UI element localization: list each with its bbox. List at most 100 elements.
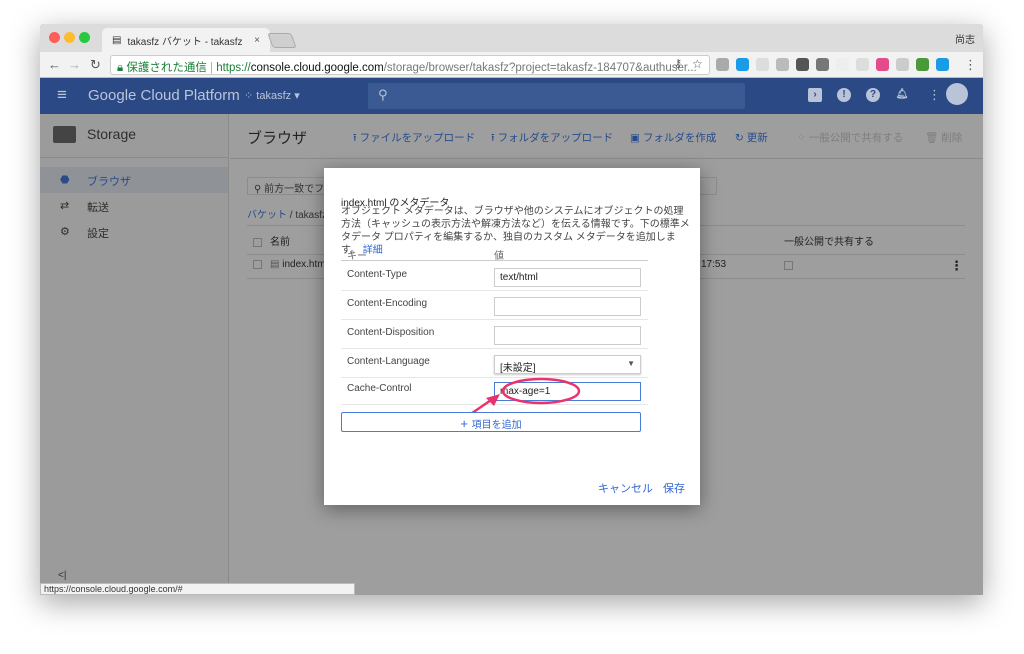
gcp-header: ≡ Google Cloud Platform ⁘ takasfz ▾ ⚲ › …	[40, 78, 983, 114]
cancel-button[interactable]: キャンセル	[598, 480, 653, 496]
storage-favicon-icon: ▤	[112, 34, 122, 46]
file-name-link[interactable]: index.htm	[282, 259, 325, 270]
sidebar-item-browser[interactable]: ⬣ ブラウザ	[40, 167, 228, 193]
select-all-checkbox[interactable]	[253, 237, 262, 247]
search-icon: ⚲	[378, 87, 388, 102]
chrome-menu-icon[interactable]: ⋮	[964, 57, 977, 73]
share-publicly-button[interactable]: ⁘ 一般公開で共有する	[797, 130, 903, 145]
sidebar-item-label: ブラウザ	[87, 176, 131, 188]
project-icon: ⁘	[244, 90, 257, 102]
bucket-icon: ⬣	[60, 174, 70, 186]
extension-icon[interactable]	[776, 58, 789, 71]
extension-icon[interactable]	[896, 58, 909, 71]
project-name: takasfz	[256, 90, 292, 102]
add-item-button[interactable]: + 項目を追加	[341, 412, 641, 432]
url-path: /storage/browser/takasfz?project=takasfz…	[383, 62, 697, 74]
upload-folder-button[interactable]: ⭱ フォルダをアップロード	[491, 130, 613, 148]
cloud-shell-icon[interactable]: ›	[808, 88, 822, 102]
upload-file-button[interactable]: ⭱ ファイルをアップロード	[353, 130, 475, 148]
breadcrumb-buckets-link[interactable]: バケット	[247, 210, 287, 221]
extension-icon[interactable]	[756, 58, 769, 71]
sidebar-title: Storage	[87, 126, 137, 142]
pocket-icon[interactable]	[796, 58, 809, 71]
delete-button[interactable]: 🗑︎ 削除	[925, 130, 962, 145]
extension-icon[interactable]	[816, 58, 829, 71]
reload-icon[interactable]: ↻	[90, 57, 101, 73]
chevron-down-icon: ▼	[627, 359, 635, 368]
key-icon[interactable]: ⚷	[674, 57, 682, 70]
metadata-dialog: index.html のメタデータ オブジェクト メタデータは、ブラウザや他のシ…	[324, 168, 700, 505]
extension-icon[interactable]	[936, 58, 949, 71]
help-icon[interactable]: ?	[866, 88, 880, 102]
column-public: 一般公開で共有する	[784, 237, 874, 248]
sidebar-item-label: 設定	[87, 228, 109, 240]
arrow-head-icon	[486, 394, 500, 406]
file-icon: ▤	[270, 259, 283, 270]
column-value: 値	[494, 251, 504, 262]
extension-icon[interactable]	[856, 58, 869, 71]
row-menu-icon[interactable]: ⋮	[950, 258, 963, 274]
bookmark-star-icon[interactable]: ☆	[692, 57, 703, 71]
trash-icon: 🗑︎	[925, 132, 942, 144]
avatar[interactable]	[946, 83, 968, 105]
secure-label: 保護された通信	[126, 62, 207, 74]
content-type-input[interactable]	[494, 268, 641, 287]
minimize-window-button[interactable]	[64, 32, 75, 43]
sidebar-item-transfer[interactable]: ⇄ 転送	[40, 193, 228, 219]
updated-time: 17:53	[701, 259, 727, 270]
breadcrumb-current: takasfz	[295, 210, 328, 221]
search-icon: ⚲	[254, 184, 265, 195]
extension-icon[interactable]	[716, 58, 729, 71]
extension-icon[interactable]	[876, 58, 889, 71]
storage-icon	[53, 126, 76, 143]
new-tab-button[interactable]	[267, 33, 297, 48]
gcp-brand[interactable]: Google Cloud Platform	[88, 87, 240, 104]
forward-icon[interactable]: →	[68, 57, 81, 72]
metadata-row-content-disposition: Content-Disposition	[341, 320, 648, 349]
search-bar[interactable]: ⚲	[368, 83, 745, 109]
refresh-button[interactable]: ↻ 更新	[735, 130, 768, 145]
share-public-checkbox[interactable]	[784, 261, 793, 270]
sidebar-item-settings[interactable]: ⚙ 設定	[40, 219, 228, 245]
upload-icon: ⭱	[353, 132, 360, 144]
browser-tab[interactable]: ▤ takasfz バケット - takasfz ×	[102, 28, 270, 52]
content-disposition-input[interactable]	[494, 326, 641, 345]
bell-icon[interactable]: 🔔︎	[895, 88, 909, 102]
sidebar-item-label: 転送	[87, 202, 109, 214]
column-key: キー	[347, 251, 367, 262]
divider	[230, 158, 983, 159]
close-tab-icon[interactable]: ×	[254, 35, 260, 46]
upload-icon: ⭱	[491, 132, 498, 144]
address-toolbar: ← → ↻ 🔒︎ 保護された通信 | https://console.cloud…	[40, 52, 983, 78]
profile-name[interactable]: 尚志	[955, 31, 975, 46]
transfer-icon: ⇄	[60, 200, 70, 212]
project-selector[interactable]: ⁘ takasfz ▾	[244, 89, 300, 102]
row-checkbox[interactable]	[253, 259, 262, 269]
page-title: ブラウザ	[247, 130, 308, 147]
status-bar-url: https://console.cloud.google.com/#	[40, 583, 355, 595]
content-encoding-input[interactable]	[494, 297, 641, 316]
more-menu-icon[interactable]: ⋮	[928, 87, 941, 103]
hamburger-menu-icon[interactable]: ≡	[57, 85, 67, 105]
sidebar: Storage ⬣ ブラウザ ⇄ 転送 ⚙ 設定 <|	[40, 114, 229, 595]
address-bar[interactable]: 🔒︎ 保護された通信 | https://console.cloud.googl…	[110, 55, 710, 75]
save-button[interactable]: 保存	[663, 480, 685, 496]
tab-bar: ▤ takasfz バケット - takasfz × 尚志	[40, 24, 983, 52]
collapse-sidebar-icon[interactable]: <|	[58, 570, 66, 581]
back-icon[interactable]: ←	[48, 57, 61, 72]
url-host: console.cloud.google.com	[250, 62, 384, 74]
extension-icon[interactable]	[736, 58, 749, 71]
url-scheme: https://	[216, 62, 251, 74]
lock-icon: 🔒︎	[117, 62, 124, 74]
notifications-alert-icon[interactable]: !	[837, 88, 851, 102]
metadata-row-content-encoding: Content-Encoding	[341, 291, 648, 320]
refresh-icon: ↻	[735, 132, 747, 144]
gear-icon: ⚙	[60, 226, 70, 238]
tab-title: takasfz バケット - takasfz	[127, 36, 243, 48]
close-window-button[interactable]	[49, 32, 60, 43]
extension-icon[interactable]	[836, 58, 849, 71]
extension-icon[interactable]	[916, 58, 929, 71]
plus-icon: +	[460, 416, 472, 431]
zoom-window-button[interactable]	[79, 32, 90, 43]
create-folder-button[interactable]: ▣ フォルダを作成	[630, 130, 716, 145]
